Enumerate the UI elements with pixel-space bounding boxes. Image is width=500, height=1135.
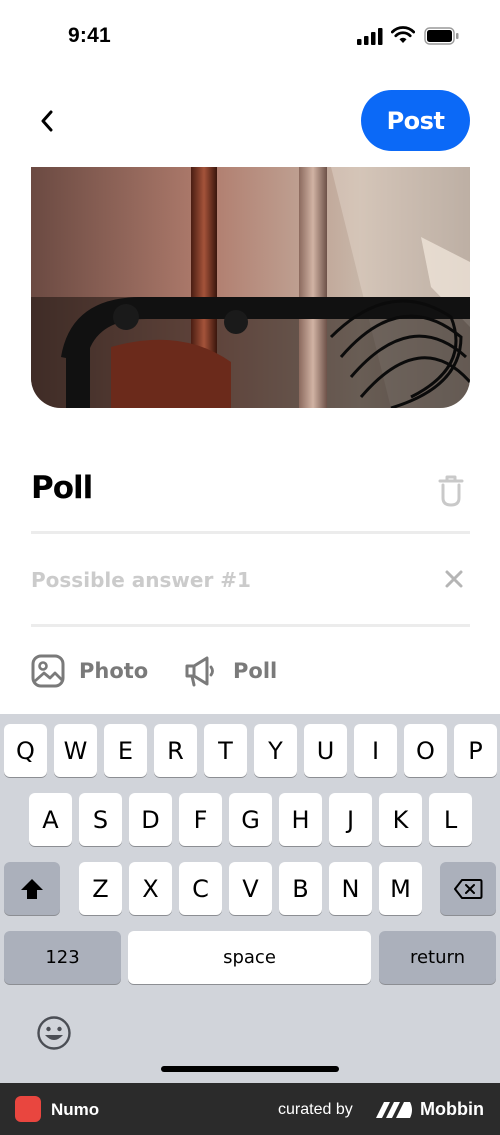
clear-answer-icon[interactable]	[442, 567, 466, 591]
wifi-icon	[391, 26, 415, 43]
key-z[interactable]: Z	[79, 862, 122, 915]
cellular-signal-icon	[357, 28, 383, 45]
curated-by-label: curated by	[278, 1101, 353, 1118]
back-button[interactable]	[30, 104, 64, 138]
status-time: 9:41	[68, 24, 111, 47]
space-key[interactable]: space	[128, 931, 371, 984]
key-f[interactable]: F	[179, 793, 222, 846]
numbers-key[interactable]: 123	[4, 931, 121, 984]
megaphone-icon	[185, 656, 214, 687]
answer-divider	[31, 624, 470, 627]
key-l[interactable]: L	[429, 793, 472, 846]
key-y[interactable]: Y	[254, 724, 297, 777]
add-poll-label: Poll	[233, 659, 278, 683]
poll-title: Poll	[31, 470, 93, 506]
key-m[interactable]: M	[379, 862, 422, 915]
numo-app-icon	[15, 1096, 41, 1122]
key-c[interactable]: C	[179, 862, 222, 915]
key-o[interactable]: O	[404, 724, 447, 777]
mobbin-logo-icon	[376, 1102, 412, 1118]
post-button[interactable]: Post	[361, 90, 470, 151]
key-b[interactable]: B	[279, 862, 322, 915]
key-n[interactable]: N	[329, 862, 372, 915]
key-w[interactable]: W	[54, 724, 97, 777]
poll-title-divider	[31, 531, 470, 534]
add-photo-button[interactable]: Photo	[31, 651, 148, 691]
battery-icon	[424, 27, 459, 45]
key-s[interactable]: S	[79, 793, 122, 846]
key-k[interactable]: K	[379, 793, 422, 846]
shift-icon	[21, 878, 43, 899]
image-icon	[31, 654, 65, 688]
backspace-icon	[454, 878, 483, 899]
brand-name: Mobbin	[420, 1099, 484, 1119]
return-key[interactable]: return	[379, 931, 496, 984]
trash-icon[interactable]	[436, 474, 466, 508]
chevron-left-icon	[41, 110, 53, 132]
key-q[interactable]: Q	[4, 724, 47, 777]
add-poll-button[interactable]: Poll	[183, 651, 277, 691]
key-v[interactable]: V	[229, 862, 272, 915]
key-j[interactable]: J	[329, 793, 372, 846]
home-indicator	[161, 1066, 339, 1072]
attached-photo	[31, 167, 470, 408]
delete-key[interactable]	[440, 862, 496, 915]
possible-answer-input[interactable]	[31, 562, 431, 598]
keyboard: QWERTYUIOP ASDFGHJKL ZXCVBNM 123 space ret…	[0, 714, 500, 1083]
add-photo-label: Photo	[79, 659, 149, 683]
key-g[interactable]: G	[229, 793, 272, 846]
key-u[interactable]: U	[304, 724, 347, 777]
key-e[interactable]: E	[104, 724, 147, 777]
app-name: Numo	[51, 1100, 100, 1119]
shift-key[interactable]	[4, 862, 60, 915]
key-d[interactable]: D	[129, 793, 172, 846]
key-x[interactable]: X	[129, 862, 172, 915]
emoji-icon[interactable]	[36, 1015, 72, 1051]
key-a[interactable]: A	[29, 793, 72, 846]
key-p[interactable]: P	[454, 724, 497, 777]
key-h[interactable]: H	[279, 793, 322, 846]
key-t[interactable]: T	[204, 724, 247, 777]
key-i[interactable]: I	[354, 724, 397, 777]
key-r[interactable]: R	[154, 724, 197, 777]
